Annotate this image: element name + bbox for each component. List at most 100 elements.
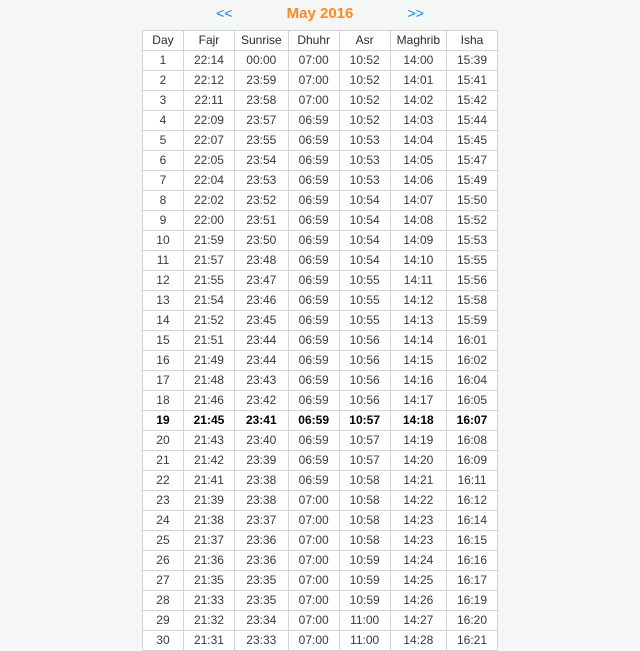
next-month-link[interactable]: >> [408,5,424,21]
day-cell: 23 [142,490,183,510]
time-cell: 06:59 [288,170,339,190]
time-cell: 23:45 [234,310,288,330]
time-cell: 06:59 [288,470,339,490]
time-cell: 23:35 [234,590,288,610]
day-cell: 21 [142,450,183,470]
time-cell: 07:00 [288,570,339,590]
time-cell: 14:13 [390,310,446,330]
time-cell: 10:55 [339,310,390,330]
time-cell: 21:41 [183,470,234,490]
time-cell: 10:54 [339,250,390,270]
time-cell: 15:49 [447,170,498,190]
time-cell: 10:57 [339,450,390,470]
day-cell: 8 [142,190,183,210]
time-cell: 23:36 [234,530,288,550]
day-cell: 10 [142,230,183,250]
day-cell: 17 [142,370,183,390]
time-cell: 16:17 [447,570,498,590]
table-row: 1521:5123:4406:5910:5614:1416:01 [142,330,497,350]
time-cell: 23:58 [234,90,288,110]
table-row: 1221:5523:4706:5910:5514:1115:56 [142,270,497,290]
time-cell: 21:33 [183,590,234,610]
time-cell: 15:56 [447,270,498,290]
time-cell: 21:37 [183,530,234,550]
prayer-times-table: DayFajrSunriseDhuhrAsrMaghribIsha 122:14… [142,30,498,651]
time-cell: 15:41 [447,70,498,90]
day-cell: 9 [142,210,183,230]
time-cell: 21:48 [183,370,234,390]
time-cell: 10:59 [339,590,390,610]
time-cell: 14:02 [390,90,446,110]
time-cell: 23:38 [234,470,288,490]
time-cell: 06:59 [288,310,339,330]
time-cell: 10:58 [339,530,390,550]
time-cell: 16:11 [447,470,498,490]
time-cell: 23:44 [234,350,288,370]
time-cell: 14:08 [390,210,446,230]
table-row: 122:1400:0007:0010:5214:0015:39 [142,50,497,70]
time-cell: 10:57 [339,430,390,450]
table-row: 1821:4623:4206:5910:5614:1716:05 [142,390,497,410]
time-cell: 06:59 [288,270,339,290]
time-cell: 14:28 [390,630,446,650]
time-cell: 16:01 [447,330,498,350]
day-cell: 26 [142,550,183,570]
time-cell: 14:11 [390,270,446,290]
time-cell: 23:57 [234,110,288,130]
time-cell: 14:24 [390,550,446,570]
time-cell: 10:56 [339,370,390,390]
day-cell: 19 [142,410,183,430]
time-cell: 21:39 [183,490,234,510]
time-cell: 21:42 [183,450,234,470]
time-cell: 14:19 [390,430,446,450]
day-cell: 2 [142,70,183,90]
time-cell: 14:26 [390,590,446,610]
time-cell: 14:07 [390,190,446,210]
time-cell: 22:04 [183,170,234,190]
time-cell: 21:55 [183,270,234,290]
time-cell: 14:20 [390,450,446,470]
col-header-day: Day [142,30,183,50]
time-cell: 15:58 [447,290,498,310]
time-cell: 07:00 [288,630,339,650]
time-cell: 22:11 [183,90,234,110]
day-cell: 6 [142,150,183,170]
time-cell: 14:06 [390,170,446,190]
time-cell: 22:05 [183,150,234,170]
time-cell: 16:02 [447,350,498,370]
time-cell: 06:59 [288,410,339,430]
day-cell: 4 [142,110,183,130]
prev-month-link[interactable]: << [216,5,232,21]
time-cell: 23:36 [234,550,288,570]
col-header-dhuhr: Dhuhr [288,30,339,50]
time-cell: 21:36 [183,550,234,570]
time-cell: 10:57 [339,410,390,430]
time-cell: 14:17 [390,390,446,410]
time-cell: 06:59 [288,130,339,150]
month-nav: << May 2016 >> [0,4,640,30]
col-header-isha: Isha [447,30,498,50]
time-cell: 21:45 [183,410,234,430]
col-header-asr: Asr [339,30,390,50]
time-cell: 15:55 [447,250,498,270]
table-row: 522:0723:5506:5910:5314:0415:45 [142,130,497,150]
time-cell: 07:00 [288,550,339,570]
time-cell: 14:09 [390,230,446,250]
time-cell: 23:35 [234,570,288,590]
day-cell: 7 [142,170,183,190]
time-cell: 16:16 [447,550,498,570]
time-cell: 10:56 [339,390,390,410]
time-cell: 22:12 [183,70,234,90]
table-header-row: DayFajrSunriseDhuhrAsrMaghribIsha [142,30,497,50]
time-cell: 14:25 [390,570,446,590]
time-cell: 21:54 [183,290,234,310]
day-cell: 29 [142,610,183,630]
time-cell: 07:00 [288,530,339,550]
time-cell: 10:54 [339,210,390,230]
table-row: 1121:5723:4806:5910:5414:1015:55 [142,250,497,270]
time-cell: 23:47 [234,270,288,290]
time-cell: 23:52 [234,190,288,210]
time-cell: 14:00 [390,50,446,70]
time-cell: 14:22 [390,490,446,510]
table-row: 622:0523:5406:5910:5314:0515:47 [142,150,497,170]
